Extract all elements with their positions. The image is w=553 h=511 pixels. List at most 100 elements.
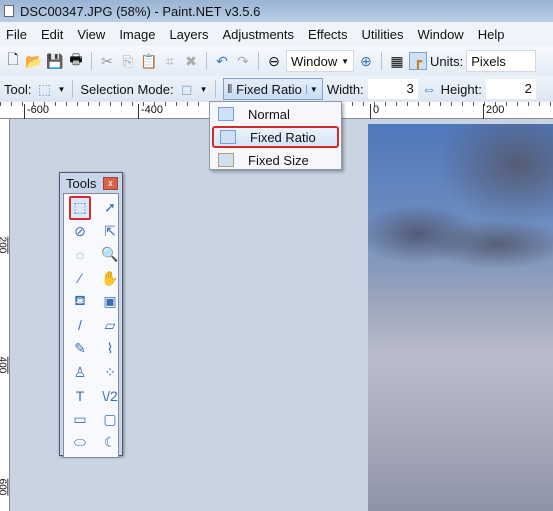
tool-gradient[interactable]: ▣ xyxy=(99,290,121,314)
tool-rounded-rectangle[interactable]: ▢ xyxy=(99,408,121,432)
redo-icon[interactable]: ↷ xyxy=(234,52,252,70)
cut-icon[interactable]: ✂ xyxy=(98,52,116,70)
tool-eraser[interactable]: ▱ xyxy=(99,314,121,338)
paste-icon[interactable]: 📋 xyxy=(140,52,158,70)
text-icon: T xyxy=(75,387,85,404)
crop-icon[interactable]: ⌗ xyxy=(161,52,179,70)
tool-paintbrush[interactable]: / xyxy=(69,314,91,338)
tool-rectangle-select[interactable]: ⬚ xyxy=(69,196,91,220)
rectangle-select-icon[interactable]: ⬚ xyxy=(35,80,53,98)
tool-move-selection[interactable]: ⇱ xyxy=(99,220,121,244)
close-icon[interactable]: x xyxy=(103,176,118,190)
link-ratio-icon[interactable]: ⇔ xyxy=(422,81,437,98)
tool-ellipse-select[interactable]: ◌ xyxy=(69,243,91,267)
rulers-icon[interactable]: ┏ xyxy=(409,52,427,70)
ruler-label: 200 xyxy=(0,236,9,254)
tool-magic-wand[interactable]: ⁄ xyxy=(69,267,91,291)
chevron-down-icon[interactable]: ▼ xyxy=(57,85,65,94)
image-canvas[interactable] xyxy=(368,124,553,511)
tool-pan[interactable]: ✋ xyxy=(99,267,121,291)
units-combo[interactable]: Pixels xyxy=(466,50,537,72)
tool-freeform-shape[interactable]: ☾ xyxy=(99,431,121,455)
zoom-icon: 🔍 xyxy=(101,246,119,263)
tool-paint-bucket[interactable]: ⛾ xyxy=(69,290,91,314)
menu-item-label: Fixed Ratio xyxy=(250,129,316,145)
rounded-rectangle-icon: ▢ xyxy=(103,410,117,427)
separator xyxy=(214,80,216,98)
width-input[interactable]: 3 xyxy=(367,79,418,99)
zoom-out-icon[interactable]: ⊖ xyxy=(265,52,283,70)
selection-type-dropdown[interactable]: ⫼ Fixed Ratio ▼ xyxy=(222,78,323,100)
fixed-ratio-icon: ⫼ xyxy=(227,83,233,95)
menu-adjustments[interactable]: Adjustments xyxy=(216,27,302,42)
tool-clone-stamp[interactable]: ♙ xyxy=(69,361,91,385)
move-selected-icon: ➚ xyxy=(104,199,116,216)
menu-effects[interactable]: Effects xyxy=(302,27,356,42)
new-file-icon[interactable]: 🗋 xyxy=(4,51,22,70)
tool-text[interactable]: T xyxy=(69,384,91,408)
width-label: Width: xyxy=(326,81,364,97)
menu-file[interactable]: File xyxy=(0,27,35,42)
tool-label: Tool: xyxy=(4,81,32,97)
separator xyxy=(72,80,74,98)
chevron-down-icon: ▼ xyxy=(341,56,349,66)
ruler-label: 200 xyxy=(483,104,504,119)
menu-view[interactable]: View xyxy=(71,27,113,42)
tool-recolor[interactable]: ⁘ xyxy=(99,361,121,385)
tool-line-curve[interactable]: \/2 xyxy=(99,384,121,408)
recolor-icon: ⁘ xyxy=(104,363,116,380)
main-toolbar: 🗋 📂 💾 🖶 ✂ ⎘ 📋 ⌗ ✖ ↶ ↷ ⊖ Window ▼ ⊕ ▦ ┏ Un… xyxy=(0,46,553,76)
ruler-label: 400 xyxy=(0,356,9,374)
tool-zoom[interactable]: 🔍 xyxy=(99,243,121,267)
freeform-shape-icon: ☾ xyxy=(103,434,117,451)
rectangle-icon: ▭ xyxy=(73,410,87,427)
zoom-value: Window xyxy=(291,53,338,69)
selection-mode-icon[interactable]: ◻ xyxy=(178,80,196,98)
separator xyxy=(381,52,382,70)
normal-selection-icon xyxy=(218,107,234,121)
tool-move-selected[interactable]: ➚ xyxy=(99,196,121,220)
menu-item-fixed-size[interactable]: Fixed Size xyxy=(212,149,339,171)
clone-stamp-icon: ♙ xyxy=(73,363,87,380)
gradient-icon: ▣ xyxy=(103,293,117,310)
menu-utilities[interactable]: Utilities xyxy=(356,27,412,42)
tools-title: Tools xyxy=(66,175,97,191)
menu-image[interactable]: Image xyxy=(113,27,163,42)
move-selection-icon: ⇱ xyxy=(104,222,116,239)
fixed-ratio-icon xyxy=(220,130,236,144)
undo-icon[interactable]: ↶ xyxy=(213,52,231,70)
zoom-combo[interactable]: Window ▼ xyxy=(286,50,354,72)
rectangle-select-icon: ⬚ xyxy=(73,199,87,216)
menu-item-fixed-ratio[interactable]: Fixed Ratio xyxy=(212,126,339,148)
zoom-in-icon[interactable]: ⊕ xyxy=(357,52,375,70)
ellipse-select-icon: ◌ xyxy=(75,246,85,263)
menu-help[interactable]: Help xyxy=(472,27,513,42)
tool-ellipse[interactable]: ⬭ xyxy=(69,431,91,455)
tool-lasso-select[interactable]: ⊘ xyxy=(69,220,91,244)
fixed-size-icon xyxy=(218,153,234,167)
save-icon[interactable]: 💾 xyxy=(46,52,64,70)
tool-pencil[interactable]: ✎ xyxy=(69,337,91,361)
separator xyxy=(91,52,92,70)
open-file-icon[interactable]: 📂 xyxy=(25,52,43,70)
chevron-down-icon[interactable]: ▼ xyxy=(200,85,208,94)
title-bar: DSC00347.JPG (58%) - Paint.NET v3.5.6 xyxy=(0,0,553,22)
menu-edit[interactable]: Edit xyxy=(35,27,71,42)
menu-item-normal[interactable]: Normal xyxy=(212,103,339,125)
height-input[interactable]: 2 xyxy=(485,79,536,99)
ruler-label: 600 xyxy=(0,478,9,496)
grid-icon[interactable]: ▦ xyxy=(388,52,406,70)
menu-item-label: Normal xyxy=(248,106,290,122)
selection-type-value: Fixed Ratio xyxy=(236,81,302,97)
selection-mode-label: Selection Mode: xyxy=(80,81,174,97)
menu-item-label: Fixed Size xyxy=(248,152,309,168)
line-curve-icon: \/2 xyxy=(102,387,118,404)
tool-rectangle[interactable]: ▭ xyxy=(69,408,91,432)
menu-window[interactable]: Window xyxy=(411,27,471,42)
copy-icon[interactable]: ⎘ xyxy=(119,52,137,70)
menu-layers[interactable]: Layers xyxy=(163,27,216,42)
tool-color-picker[interactable]: ⌇ xyxy=(99,337,121,361)
app-icon xyxy=(4,5,14,17)
deselect-icon[interactable]: ✖ xyxy=(182,52,200,70)
print-icon[interactable]: 🖶 xyxy=(67,51,85,70)
